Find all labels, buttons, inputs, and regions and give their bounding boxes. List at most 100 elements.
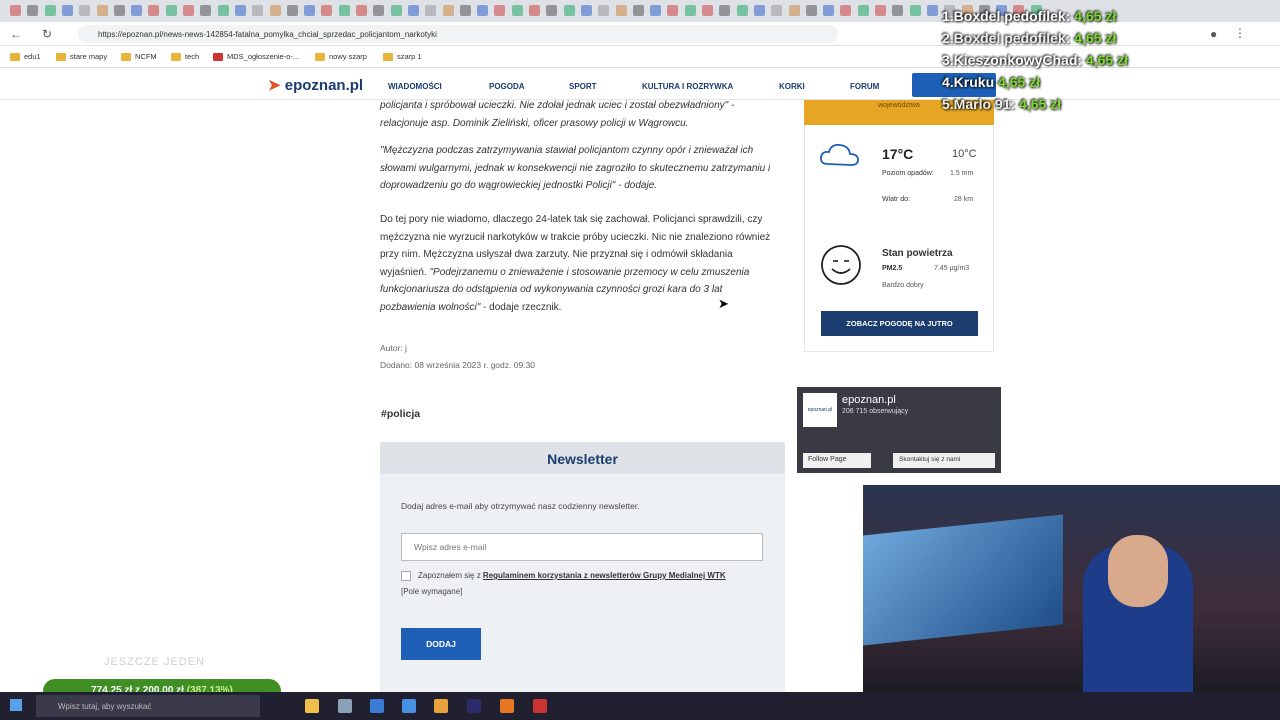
tab-favicon-icon[interactable] [79,5,91,16]
bookmark-ncfm[interactable]: NCFM [121,52,157,61]
nav-korki[interactable]: KORKI [779,82,805,91]
windows-start-icon[interactable] [10,699,22,711]
newsletter-consent-checkbox[interactable] [401,571,411,581]
media-icon[interactable] [434,699,448,713]
tab-favicon-icon[interactable] [459,5,471,16]
newsletter-description: Dodaj adres e-mail aby otrzymywać nasz c… [401,501,640,511]
tab-favicon-icon[interactable] [148,5,160,16]
browser-icon[interactable] [402,699,416,713]
bookmark-szarp-1[interactable]: szarp 1 [383,52,422,61]
facebook-page-name[interactable]: epoznan.pl [842,394,896,406]
tab-favicon-icon[interactable] [425,5,437,16]
tab-favicon-icon[interactable] [96,5,108,16]
tab-favicon-icon[interactable] [217,5,229,16]
folder-icon [10,52,20,61]
tab-favicon-icon[interactable] [321,5,333,16]
back-icon[interactable]: ← [10,27,22,41]
tab-favicon-icon[interactable] [373,5,385,16]
tab-favicon-icon[interactable] [823,5,835,16]
facebook-contact-button[interactable]: Skontaktuj się z nami [893,453,995,468]
tab-favicon-icon[interactable] [44,5,56,16]
tab-favicon-icon[interactable] [356,5,367,16]
nav-pogoda[interactable]: POGODA [489,82,525,91]
air-quality-status: Bardzo dobry [882,282,924,289]
tab-favicon-icon[interactable] [61,5,73,16]
tab-favicon-icon[interactable] [875,5,886,16]
tab-favicon-icon[interactable] [771,5,783,16]
nav-forum[interactable]: FORUM [850,82,879,91]
tab-favicon-icon[interactable] [667,5,679,16]
tab-favicon-icon[interactable] [684,5,696,16]
weather-tomorrow-button[interactable]: ZOBACZ POGODĘ NA JUTRO [821,311,978,336]
bookmark-edu1[interactable]: edu1 [10,52,41,61]
tab-favicon-icon[interactable] [598,5,610,16]
tab-favicon-icon[interactable] [563,5,575,16]
tab-favicon-icon[interactable] [252,5,264,16]
tab-favicon-icon[interactable] [338,5,350,16]
tab-favicon-icon[interactable] [857,5,869,16]
bookmark-stare-mapy[interactable]: stare mapy [56,52,107,61]
tab-favicon-icon[interactable] [442,5,454,16]
tab-favicon-icon[interactable] [529,5,540,16]
tab-favicon-icon[interactable] [304,5,316,16]
tab-favicon-icon[interactable] [286,5,298,16]
tab-favicon-icon[interactable] [234,5,246,16]
tab-favicon-icon[interactable] [702,5,713,16]
tab-favicon-icon[interactable] [753,5,765,16]
tab-favicon-icon[interactable] [183,5,194,16]
profile-icon[interactable]: ● [1210,27,1217,41]
tab-favicon-icon[interactable] [131,5,143,16]
tab-favicon-icon[interactable] [805,5,817,16]
overlay-label: JESZCZE JEDEN [104,656,206,668]
tab-favicon-icon[interactable] [926,5,938,16]
tab-favicon-icon[interactable] [269,5,281,16]
tab-favicon-icon[interactable] [788,5,800,16]
premiere-icon[interactable] [467,699,481,713]
newsletter-terms-link[interactable]: Regulaminem korzystania z newsletterów G… [483,571,726,580]
tab-favicon-icon[interactable] [892,5,904,16]
tab-favicon-icon[interactable] [407,5,419,16]
tab-favicon-icon[interactable] [477,5,489,16]
ranking-item-3: 3.KieszonkowyChad: 4,65 zł [942,52,1128,68]
tab-favicon-icon[interactable] [650,5,662,16]
facebook-followers: 206 715 obserwujący [842,408,909,415]
tab-favicon-icon[interactable] [200,5,212,16]
tab-favicon-icon[interactable] [494,5,506,16]
tab-favicon-icon[interactable] [511,5,523,16]
facebook-follow-button[interactable]: Follow Page [803,453,871,468]
tab-favicon-icon[interactable] [10,5,21,16]
tab-favicon-icon[interactable] [390,5,402,16]
bookmark-mds[interactable]: MDS_ogłoszenie-o-... [213,52,299,61]
nav-sport[interactable]: SPORT [569,82,597,91]
nav-wiadomosci[interactable]: WIADOMOŚCI [388,82,442,91]
tab-favicon-icon[interactable] [632,5,644,16]
bookmark-tech[interactable]: tech [171,52,199,61]
tab-favicon-icon[interactable] [615,5,627,16]
air-pm-value: 7.45 µg/m3 [934,265,970,272]
menu-icon[interactable]: ⋮ [1234,26,1246,40]
edge-icon[interactable] [370,699,384,713]
weather-precip-value: 1.5 mm [950,170,974,177]
tab-favicon-icon[interactable] [165,5,177,16]
newsletter-email-input[interactable] [401,533,763,561]
tab-favicon-icon[interactable] [113,5,125,16]
vlc-icon[interactable] [500,699,514,713]
taskbar-app-icon[interactable] [338,699,352,713]
tab-favicon-icon[interactable] [546,5,558,16]
bookmark-nowy-szarp[interactable]: nowy szarp [315,52,367,61]
chrome-icon[interactable] [533,699,547,713]
tab-favicon-icon[interactable] [909,5,921,16]
tab-favicon-icon[interactable] [580,5,592,16]
reload-icon[interactable]: ↻ [42,27,52,41]
tab-favicon-icon[interactable] [840,5,852,16]
file-explorer-icon[interactable] [305,699,319,713]
url-field[interactable]: https://epoznan.pl/news-news-142854-fata… [78,25,838,43]
tab-favicon-icon[interactable] [719,5,731,16]
taskbar-search[interactable]: Wpisz tutaj, aby wyszukać [36,695,260,717]
nav-kultura[interactable]: KULTURA I ROZRYWKA [642,82,733,91]
tab-favicon-icon[interactable] [27,5,39,16]
site-logo[interactable]: ➤ epoznan.pl [268,76,363,94]
article-tag[interactable]: #policja [381,408,420,420]
newsletter-submit-button[interactable]: DODAJ [401,628,481,660]
tab-favicon-icon[interactable] [736,5,748,16]
